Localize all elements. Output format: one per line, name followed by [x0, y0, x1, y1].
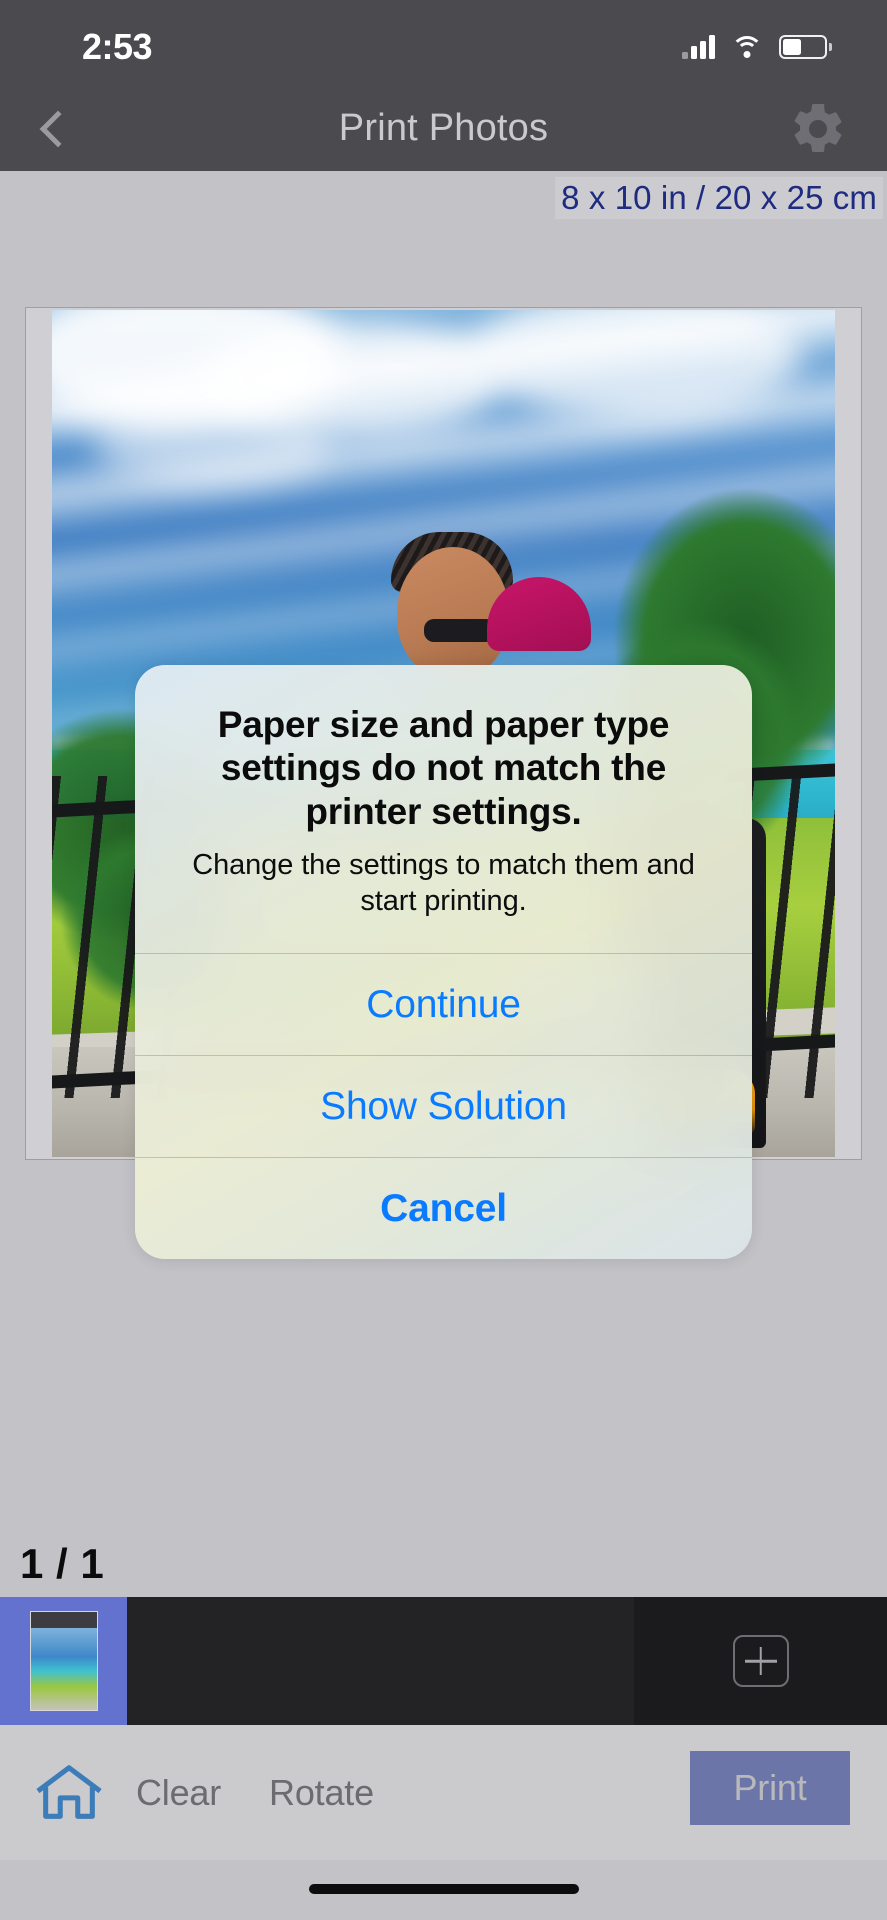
home-button[interactable] — [30, 1760, 108, 1826]
bottom-toolbar: Clear Rotate Print — [0, 1725, 887, 1860]
clear-button[interactable]: Clear — [136, 1772, 221, 1814]
page-counter: 1 / 1 — [20, 1540, 105, 1587]
plus-icon — [732, 1635, 789, 1687]
alert-button-cancel[interactable]: Cancel — [135, 1157, 752, 1259]
print-button[interactable]: Print — [690, 1751, 850, 1825]
filmstrip — [0, 1597, 887, 1725]
rotate-button[interactable]: Rotate — [269, 1772, 374, 1814]
home-icon — [36, 1764, 102, 1819]
filmstrip-thumbnail-1[interactable] — [0, 1597, 127, 1725]
alert-button-show-solution[interactable]: Show Solution — [135, 1055, 752, 1157]
alert-title: Paper size and paper type settings do no… — [217, 704, 670, 832]
filmstrip-empty-area — [127, 1597, 634, 1725]
add-photo-button[interactable] — [634, 1597, 887, 1725]
alert-dialog: Paper size and paper type settings do no… — [135, 665, 752, 1260]
home-indicator — [308, 1884, 579, 1894]
alert-button-continue[interactable]: Continue — [135, 953, 752, 1055]
photo-thumbnail — [29, 1611, 98, 1711]
alert-text-block: Paper size and paper type settings do no… — [135, 665, 752, 953]
alert-message: Change the settings to match them and st… — [192, 848, 695, 918]
